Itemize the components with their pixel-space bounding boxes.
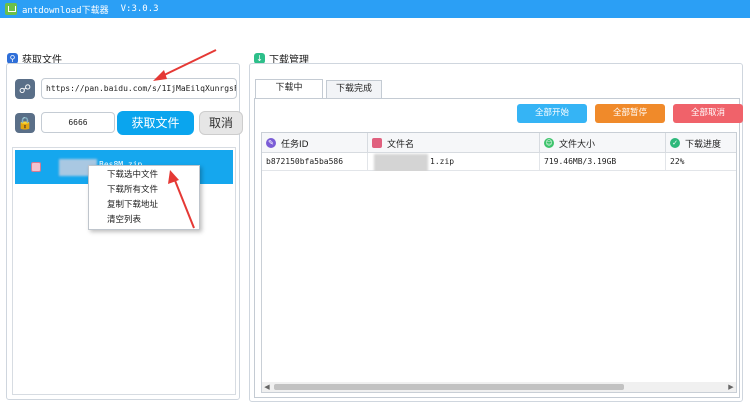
download-table: ✎ 任务ID 文件名 ☺ 文件大小 ✓ 下载进度 b872150bfa5ba58… bbox=[261, 132, 737, 393]
title-bar: antdownload下载器 V:3.0.3 bbox=[0, 0, 750, 18]
scroll-left-icon[interactable]: ◀ bbox=[262, 382, 272, 392]
start-all-button[interactable]: 全部开始 bbox=[517, 104, 587, 123]
column-label: 文件名 bbox=[387, 139, 415, 150]
scroll-right-icon[interactable]: ▶ bbox=[726, 382, 736, 392]
column-header-file-size[interactable]: ☺ 文件大小 bbox=[540, 133, 666, 153]
column-header-progress[interactable]: ✓ 下载进度 bbox=[666, 133, 736, 153]
menu-item-copy-url[interactable]: 复制下载地址 bbox=[89, 198, 199, 213]
file-icon bbox=[31, 162, 41, 172]
fetch-panel: ☍ https://pan.baidu.com/s/1IjMaEilqXunrg… bbox=[6, 63, 243, 400]
cell-file-name: 1.zip bbox=[368, 153, 540, 171]
share-url-input[interactable]: https://pan.baidu.com/s/1IjMaEilqXunrgsF… bbox=[41, 78, 237, 99]
extract-code-input[interactable]: 6666 bbox=[41, 112, 115, 133]
column-label: 下载进度 bbox=[685, 139, 722, 150]
table-header: ✎ 任务ID 文件名 ☺ 文件大小 ✓ 下载进度 bbox=[262, 133, 736, 153]
lock-icon: 🔒 bbox=[15, 113, 35, 133]
fetch-files-button[interactable]: 获取文件 bbox=[117, 111, 194, 135]
column-header-file-name[interactable]: 文件名 bbox=[368, 133, 540, 153]
column-header-task-id[interactable]: ✎ 任务ID bbox=[262, 133, 368, 153]
table-row[interactable]: b872150bfa5ba586 1.zip 719.46MB/3.19GB 2… bbox=[262, 153, 736, 171]
check-icon: ✓ bbox=[670, 138, 680, 148]
downloading-tab-content: 全部开始 全部暂停 全部取消 ✎ 任务ID 文件名 ☺ 文件大小 ✓ 下载进度 … bbox=[254, 98, 743, 398]
file-icon bbox=[372, 138, 382, 148]
pause-all-button[interactable]: 全部暂停 bbox=[595, 104, 665, 123]
link-icon: ☍ bbox=[15, 79, 35, 99]
tab-downloading[interactable]: 下载中 bbox=[255, 79, 323, 99]
app-icon bbox=[5, 3, 17, 15]
scrollbar-thumb[interactable] bbox=[274, 384, 624, 390]
menu-item-clear-list[interactable]: 清空列表 bbox=[89, 213, 199, 228]
cell-task-id: b872150bfa5ba586 bbox=[262, 153, 368, 171]
app-version: V:3.0.3 bbox=[120, 4, 159, 14]
column-label: 任务ID bbox=[281, 139, 309, 150]
cell-progress: 22% bbox=[670, 157, 685, 166]
cell-file-size: 719.46MB/3.19GB bbox=[540, 153, 666, 171]
download-panel: 下载中 下载完成 全部开始 全部暂停 全部取消 ✎ 任务ID 文件名 ☺ 文件大… bbox=[249, 63, 743, 402]
cancel-all-button[interactable]: 全部取消 bbox=[673, 104, 743, 123]
edit-icon: ✎ bbox=[266, 138, 276, 148]
smile-icon: ☺ bbox=[544, 138, 554, 148]
menu-item-download-all[interactable]: 下载所有文件 bbox=[89, 183, 199, 198]
context-menu: 下载选中文件 下载所有文件 复制下载地址 清空列表 bbox=[88, 165, 200, 230]
horizontal-scrollbar[interactable]: ◀ ▶ bbox=[262, 382, 736, 392]
app-title: antdownload下载器 bbox=[22, 5, 109, 16]
blurred-filename bbox=[374, 154, 428, 171]
column-label: 文件大小 bbox=[559, 139, 596, 150]
cancel-button[interactable]: 取消 bbox=[199, 111, 243, 135]
cell-file-name-text: 1.zip bbox=[430, 157, 455, 166]
tab-completed[interactable]: 下载完成 bbox=[326, 80, 382, 98]
menu-item-download-selected[interactable]: 下载选中文件 bbox=[89, 168, 199, 183]
